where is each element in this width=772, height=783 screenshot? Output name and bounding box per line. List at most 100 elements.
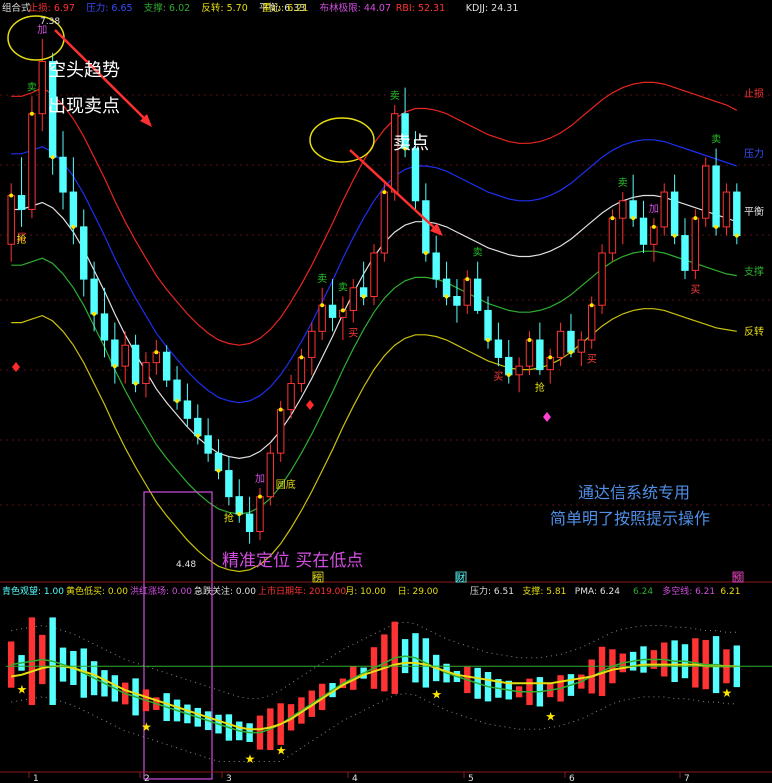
candle-body xyxy=(556,330,565,358)
candle-body xyxy=(515,365,523,376)
sell-signal-label: 出现卖点 xyxy=(48,96,120,117)
close-dot xyxy=(361,294,366,299)
candle-body xyxy=(194,417,202,437)
candle-body xyxy=(121,344,129,367)
candle-body xyxy=(629,200,637,219)
close-dot xyxy=(693,216,698,221)
sub-header-item: 6.24 xyxy=(633,587,653,597)
candle-body xyxy=(608,217,617,254)
candle-body xyxy=(100,313,109,341)
candle-body xyxy=(432,252,440,280)
candle-body xyxy=(256,496,264,532)
sub-star: ★ xyxy=(545,710,556,724)
close-dot xyxy=(631,216,636,221)
right-label: 反转 xyxy=(744,325,764,338)
signal-bottom: 圆底 xyxy=(276,478,296,491)
close-dot xyxy=(133,381,138,386)
close-dot xyxy=(423,250,428,255)
x-tick-label: 3 xyxy=(226,774,232,783)
candle-body xyxy=(525,339,534,367)
candle-body xyxy=(473,278,482,311)
candle-body xyxy=(225,470,233,498)
sub-header-item: 黄色低买: 0.00 xyxy=(66,585,128,597)
close-dot xyxy=(672,233,677,238)
candle-body xyxy=(38,61,46,115)
signal-buy: 买 xyxy=(587,354,597,366)
x-tick-label: 2 xyxy=(144,774,150,783)
signal-add: 加 xyxy=(255,473,265,485)
close-dot xyxy=(195,433,200,438)
candle-body xyxy=(131,344,140,385)
signal-sell: 卖 xyxy=(317,273,327,285)
candle-body xyxy=(276,409,285,454)
sub-star: ★ xyxy=(17,683,28,697)
header-item: 支撑: 6.02 xyxy=(144,2,190,14)
candle-body xyxy=(670,191,679,237)
close-dot xyxy=(50,155,55,160)
right-label: 止损 xyxy=(744,87,764,100)
bear-trend-label: 空头趋势 xyxy=(48,60,120,81)
candle-body xyxy=(453,296,461,306)
precise-position-label: 精准定位 买在低点 xyxy=(222,551,363,571)
close-dot xyxy=(340,308,345,313)
candle-body xyxy=(577,339,586,353)
x-tick-label: 4 xyxy=(352,774,358,783)
low-price-label: 4.48 xyxy=(176,560,196,570)
candle-body xyxy=(422,200,430,254)
header-item: 重心: 6.21 xyxy=(262,2,308,14)
candle-body xyxy=(308,330,316,358)
candle-body xyxy=(80,226,88,280)
sub-header-item: 洪红涨场: 0.00 xyxy=(130,585,192,597)
candle-body xyxy=(328,304,337,318)
sell-point-label: 卖点 xyxy=(393,133,429,154)
candle-body xyxy=(587,304,596,341)
sub-header-item: 青色观望: 1.00 xyxy=(2,585,64,597)
close-dot xyxy=(237,512,242,517)
close-dot xyxy=(444,294,449,299)
candle-body xyxy=(722,191,731,228)
close-dot xyxy=(568,350,573,355)
candle-body xyxy=(619,200,627,219)
event-marker: 财 xyxy=(456,572,465,584)
tdx-only-label: 通达信系统专用 xyxy=(578,483,690,502)
candle-body xyxy=(28,113,36,210)
high-price-label: 7.38 xyxy=(40,17,60,27)
signal-buy: 买 xyxy=(690,284,700,296)
sub-header-item: 月: 10.00 xyxy=(345,586,386,597)
header-item: RBI: 52.31 xyxy=(396,3,445,14)
candle-body xyxy=(214,452,223,472)
close-dot xyxy=(548,355,553,360)
close-dot xyxy=(9,193,14,198)
close-dot xyxy=(651,224,656,229)
right-label: 支撑 xyxy=(744,265,764,278)
candle-body xyxy=(245,513,254,532)
sub-star: ★ xyxy=(276,744,287,758)
candle-body xyxy=(183,400,192,419)
close-dot xyxy=(112,364,117,369)
close-dot xyxy=(92,311,97,316)
close-dot xyxy=(320,303,325,308)
x-tick-label: 5 xyxy=(468,774,474,783)
candle-body xyxy=(90,278,98,315)
candle-body xyxy=(681,235,689,271)
sub-header-item: 急跌关注: 0.00 xyxy=(194,585,256,597)
chart-canvas[interactable]: 卖加买抢抢加圆底卖卖卖买卖买抢买卖加卖买 组合式止损: 6.97 压力: 6.65… xyxy=(0,0,772,783)
close-dot xyxy=(154,350,159,355)
close-dot xyxy=(714,224,719,229)
candle-body xyxy=(69,191,78,228)
signal-grab: 抢 xyxy=(224,511,234,524)
close-dot xyxy=(257,494,262,499)
candle-body xyxy=(598,252,606,306)
candle-body xyxy=(349,287,357,311)
sub-header-item: 6.21 xyxy=(720,587,740,597)
close-dot xyxy=(527,338,532,343)
candle-body xyxy=(370,252,378,297)
candle-body xyxy=(733,191,741,237)
candle-body xyxy=(484,309,492,341)
sub-header-item: 压力: 6.51 xyxy=(470,585,514,597)
signal-sell: 卖 xyxy=(390,90,400,102)
close-dot xyxy=(299,355,304,360)
signal-sell: 卖 xyxy=(473,247,483,259)
candle-body xyxy=(380,191,389,254)
candle-body xyxy=(162,351,171,381)
